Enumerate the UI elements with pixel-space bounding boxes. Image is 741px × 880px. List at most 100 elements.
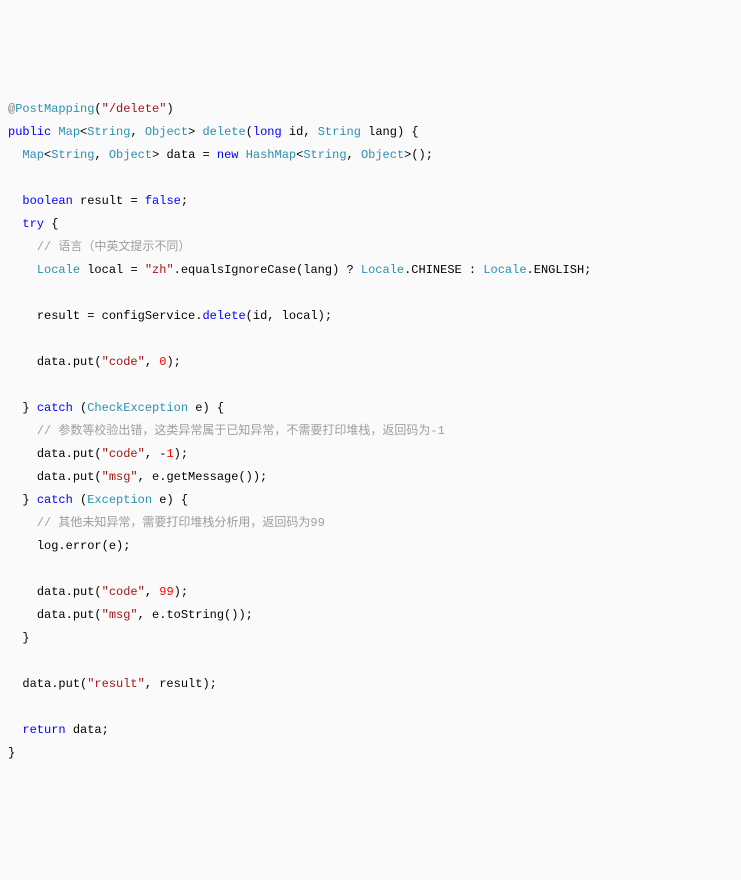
indent	[8, 236, 37, 259]
token-plain: }	[8, 746, 15, 760]
token-plain: .ENGLISH;	[527, 263, 592, 277]
token-number: 99	[159, 585, 173, 599]
code-line[interactable]: public Map<String, Object> delete(long i…	[8, 121, 741, 144]
token-keyword: boolean	[22, 194, 72, 208]
indent	[8, 535, 37, 558]
indent	[8, 351, 37, 374]
token-plain: > data =	[152, 148, 217, 162]
indent	[8, 305, 37, 328]
code-line[interactable]	[8, 374, 741, 397]
token-plain: , e.toString());	[138, 608, 253, 622]
code-line[interactable]: // 语言（中英文提示不同）	[8, 236, 741, 259]
token-string: "msg"	[102, 470, 138, 484]
token-plain: }	[22, 631, 29, 645]
indent	[8, 489, 22, 512]
code-line[interactable]: // 其他未知异常，需要打印堆栈分析用，返回码为99	[8, 512, 741, 535]
code-line[interactable]: result = configService.delete(id, local)…	[8, 305, 741, 328]
code-line[interactable]: // 参数等校验出错，这类异常属于已知异常，不需要打印堆栈，返回码为-1	[8, 420, 741, 443]
code-line[interactable]: data.put("msg", e.getMessage());	[8, 466, 741, 489]
token-plain: lang) {	[361, 125, 419, 139]
code-line[interactable]: try {	[8, 213, 741, 236]
code-line[interactable]	[8, 328, 741, 351]
code-line[interactable]: data.put("code", 99);	[8, 581, 741, 604]
code-line[interactable]: @PostMapping("/delete")	[8, 98, 741, 121]
code-line[interactable]: }	[8, 742, 741, 765]
token-type: Object	[109, 148, 152, 162]
token-plain: data.put(	[37, 355, 102, 369]
token-keyword: try	[22, 217, 44, 231]
token-comment: // 参数等校验出错，这类异常属于已知异常，不需要打印堆栈，返回码为-1	[37, 424, 445, 438]
indent	[8, 466, 37, 489]
code-line[interactable]: return data;	[8, 719, 741, 742]
token-plain: data.put(	[37, 585, 102, 599]
token-number: 1	[166, 447, 173, 461]
token-plain: (	[246, 125, 253, 139]
code-line[interactable]: Locale local = "zh".equalsIgnoreCase(lan…	[8, 259, 741, 282]
token-plain: );	[174, 585, 188, 599]
code-editor[interactable]: @PostMapping("/delete")public Map<String…	[8, 98, 741, 765]
token-type: Locale	[483, 263, 526, 277]
token-plain: result =	[73, 194, 145, 208]
token-plain: }	[22, 493, 36, 507]
token-type: String	[303, 148, 346, 162]
token-plain: , -	[145, 447, 167, 461]
token-type: String	[318, 125, 361, 139]
token-plain: (	[73, 401, 87, 415]
indent	[8, 604, 37, 627]
code-line[interactable]	[8, 558, 741, 581]
code-line[interactable]: data.put("result", result);	[8, 673, 741, 696]
code-line[interactable]: Map<String, Object> data = new HashMap<S…	[8, 144, 741, 167]
token-plain: data.put(	[37, 608, 102, 622]
token-plain: {	[44, 217, 58, 231]
token-plain: , e.getMessage());	[138, 470, 268, 484]
code-line[interactable]: }	[8, 627, 741, 650]
token-type: Object	[145, 125, 188, 139]
token-type: PostMapping	[15, 102, 94, 116]
indent	[8, 144, 22, 167]
code-line[interactable]: } catch (CheckException e) {	[8, 397, 741, 420]
token-type: Locale	[361, 263, 404, 277]
token-plain	[238, 148, 245, 162]
token-plain: );	[166, 355, 180, 369]
token-plain: >();	[404, 148, 433, 162]
token-type: String	[51, 148, 94, 162]
code-line[interactable]: data.put("code", 0);	[8, 351, 741, 374]
code-line[interactable]	[8, 282, 741, 305]
indent	[8, 213, 22, 236]
token-string: "result"	[87, 677, 145, 691]
token-plain: (id, local);	[246, 309, 332, 323]
token-type: Object	[361, 148, 404, 162]
token-plain: (	[94, 102, 101, 116]
token-keyword: return	[22, 723, 65, 737]
token-keyword: new	[217, 148, 239, 162]
indent	[8, 627, 22, 650]
token-string: "code"	[102, 585, 145, 599]
token-plain: .equalsIgnoreCase(lang) ?	[174, 263, 361, 277]
code-line[interactable]	[8, 696, 741, 719]
code-line[interactable]: boolean result = false;	[8, 190, 741, 213]
token-keyword: false	[145, 194, 181, 208]
token-plain	[8, 654, 15, 668]
token-plain: ,	[145, 585, 159, 599]
code-line[interactable]: data.put("msg", e.toString());	[8, 604, 741, 627]
code-line[interactable]	[8, 650, 741, 673]
indent	[8, 259, 37, 282]
code-line[interactable]: data.put("code", -1);	[8, 443, 741, 466]
token-plain: local =	[80, 263, 145, 277]
code-line[interactable]	[8, 167, 741, 190]
token-keyword: delete	[202, 309, 245, 323]
token-comment: // 其他未知异常，需要打印堆栈分析用，返回码为99	[37, 516, 325, 530]
token-type: Exception	[87, 493, 152, 507]
token-type: Map	[58, 125, 80, 139]
token-plain: data;	[66, 723, 109, 737]
token-plain: )	[166, 102, 173, 116]
token-plain	[8, 171, 15, 185]
token-type: HashMap	[246, 148, 296, 162]
code-line[interactable]: log.error(e);	[8, 535, 741, 558]
indent	[8, 420, 37, 443]
token-type: delete	[202, 125, 245, 139]
token-type: String	[87, 125, 130, 139]
indent	[8, 719, 22, 742]
token-plain: data.put(	[37, 447, 102, 461]
code-line[interactable]: } catch (Exception e) {	[8, 489, 741, 512]
